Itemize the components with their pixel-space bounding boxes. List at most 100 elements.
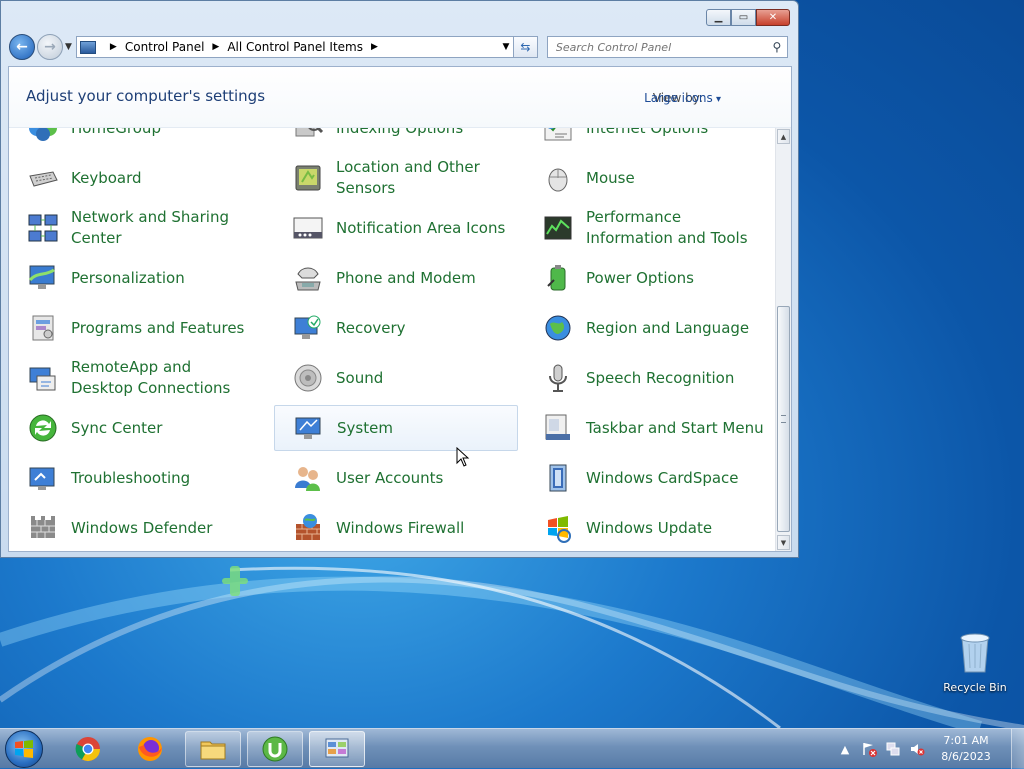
control-panel-item-sound[interactable]: Sound [274, 355, 518, 401]
start-button[interactable] [5, 730, 43, 768]
control-panel-item-label: Windows CardSpace [586, 468, 739, 487]
scroll-up-icon: ▲ [780, 132, 787, 141]
taskbar: ▲ 7:01 AM 8/6/2023 [0, 728, 1024, 769]
chevron-right-icon[interactable]: ▶ [212, 42, 219, 52]
homegroup-icon [27, 128, 59, 144]
control-panel-item-power-options[interactable]: Power Options [524, 255, 768, 301]
clock-date: 8/6/2023 [941, 750, 991, 763]
view-by-dropdown[interactable]: Large icons [644, 91, 721, 105]
taskbar-utorrent-button[interactable] [247, 731, 303, 767]
taskbar-explorer-button[interactable] [185, 731, 241, 767]
scroll-up-button[interactable]: ▲ [777, 129, 790, 144]
control-panel-item-personalization[interactable]: Personalization [9, 255, 253, 301]
control-panel-item-user-accounts[interactable]: User Accounts [274, 455, 518, 501]
vertical-scrollbar[interactable]: ▲ ▼ [775, 128, 791, 551]
breadcrumb-control-panel[interactable]: Control Panel [125, 40, 205, 54]
control-panel-item-keyboard[interactable]: Keyboard [9, 155, 253, 201]
control-panel-item-homegroup[interactable]: HomeGroup [9, 128, 253, 151]
address-bar[interactable]: ▶ Control Panel ▶ All Control Panel Item… [75, 36, 514, 58]
utorrent-icon [262, 736, 288, 762]
troubleshooting-icon [27, 462, 59, 494]
phone-modem-icon [292, 262, 324, 294]
forward-button[interactable]: → [37, 34, 63, 60]
close-icon: ✕ [768, 12, 778, 23]
control-panel-window: ▁ ▭ ✕ ← → ▼ ▶ Control Panel ▶ All Contro… [0, 0, 799, 558]
control-panel-item-remoteapp-and-desktop-connections[interactable]: RemoteApp and Desktop Connections [9, 355, 253, 401]
scroll-thumb[interactable] [777, 306, 790, 532]
network-icon [27, 212, 59, 244]
performance-icon [542, 212, 574, 244]
control-panel-item-region-and-language[interactable]: Region and Language [524, 305, 768, 351]
control-panel-item-windows-defender[interactable]: Windows Defender [9, 505, 253, 551]
control-panel-item-network-and-sharing-center[interactable]: Network and Sharing Center [9, 205, 253, 251]
internet-options-icon [542, 128, 574, 144]
recycle-bin[interactable]: Recycle Bin [940, 630, 1010, 694]
control-panel-items: HomeGroup Indexing Options Internet Option… [9, 128, 776, 551]
control-panel-item-label: Windows Update [586, 518, 713, 537]
chevron-right-icon[interactable]: ▶ [110, 42, 117, 52]
show-desktop-button[interactable] [1011, 729, 1024, 769]
close-button[interactable]: ✕ [756, 9, 790, 26]
recovery-icon [292, 312, 324, 344]
control-panel-item-mouse[interactable]: Mouse [524, 155, 768, 201]
maximize-icon: ▭ [738, 12, 749, 23]
clock[interactable]: 7:01 AM 8/6/2023 [935, 733, 997, 765]
back-button[interactable]: ← [9, 34, 35, 60]
control-panel-item-label: RemoteApp and Desktop Connections [71, 358, 231, 397]
search-box[interactable]: ⚲ [546, 36, 788, 58]
control-panel-item-performance-information-and-tools[interactable]: Performance Information and Tools [524, 205, 768, 251]
page-title: Adjust your computer's settings [26, 87, 266, 105]
control-panel-item-label: Notification Area Icons [336, 218, 506, 237]
remoteapp-icon [27, 362, 59, 394]
recycle-bin-icon [960, 633, 990, 673]
show-hidden-icons-button[interactable]: ▲ [837, 741, 853, 757]
refresh-button[interactable]: ⇆ [513, 36, 538, 58]
control-panel-item-phone-and-modem[interactable]: Phone and Modem [274, 255, 518, 301]
content-pane: Adjust your computer's settings View by:… [8, 66, 792, 552]
control-panel-item-label: Keyboard [71, 168, 142, 187]
control-panel-item-recovery[interactable]: Recovery [274, 305, 518, 351]
control-panel-item-speech-recognition[interactable]: Speech Recognition [524, 355, 768, 401]
sync-center-icon [27, 412, 59, 444]
control-panel-item-sync-center[interactable]: Sync Center [9, 405, 253, 451]
control-panel-item-location-and-other-sensors[interactable]: Location and Other Sensors [274, 155, 518, 201]
system-tray: ▲ 7:01 AM 8/6/2023 [833, 729, 1024, 769]
chevron-right-icon[interactable]: ▶ [371, 42, 378, 52]
network-tray-icon[interactable] [885, 741, 901, 757]
taskbar-firefox-button[interactable] [122, 731, 178, 767]
control-panel-item-windows-firewall[interactable]: Windows Firewall [274, 505, 518, 551]
control-panel-item-troubleshooting[interactable]: Troubleshooting [9, 455, 253, 501]
control-panel-item-windows-update[interactable]: Windows Update [524, 505, 768, 551]
user-accounts-icon [292, 462, 324, 494]
control-panel-item-label: User Accounts [336, 468, 444, 487]
control-panel-item-label: Troubleshooting [71, 468, 191, 487]
control-panel-item-label: Sound [336, 368, 384, 387]
scroll-down-button[interactable]: ▼ [777, 535, 790, 550]
breadcrumb-all-items[interactable]: All Control Panel Items [227, 40, 363, 54]
back-arrow-icon: ← [16, 39, 28, 55]
control-panel-item-indexing-options[interactable]: Indexing Options [274, 128, 518, 151]
search-input[interactable] [553, 39, 767, 55]
control-panel-item-system[interactable]: System [274, 405, 518, 451]
control-panel-item-label: Internet Options [586, 128, 708, 139]
personalization-icon [27, 262, 59, 294]
maximize-button[interactable]: ▭ [731, 9, 756, 26]
recent-pages-dropdown[interactable]: ▼ [65, 42, 72, 52]
control-panel-item-label: Phone and Modem [336, 268, 476, 287]
address-dropdown[interactable]: ▼ [499, 42, 513, 52]
taskbar-chrome-button[interactable] [60, 731, 116, 767]
search-icon[interactable]: ⚲ [767, 40, 787, 54]
minimize-icon: ▁ [714, 12, 723, 23]
minimize-button[interactable]: ▁ [706, 9, 731, 26]
control-panel-item-taskbar-and-start-menu[interactable]: Taskbar and Start Menu [524, 405, 768, 451]
control-panel-item-notification-area-icons[interactable]: Notification Area Icons [274, 205, 518, 251]
control-panel-item-windows-cardspace[interactable]: Windows CardSpace [524, 455, 768, 501]
programs-features-icon [27, 312, 59, 344]
control-panel-item-programs-and-features[interactable]: Programs and Features [9, 305, 253, 351]
action-center-icon[interactable] [861, 741, 877, 757]
volume-muted-icon[interactable] [909, 741, 925, 757]
control-panel-item-internet-options[interactable]: Internet Options [524, 128, 768, 151]
taskbar-control-panel-button[interactable] [309, 731, 365, 767]
control-panel-item-label: Location and Other Sensors [336, 158, 480, 197]
speech-recognition-icon [542, 362, 574, 394]
